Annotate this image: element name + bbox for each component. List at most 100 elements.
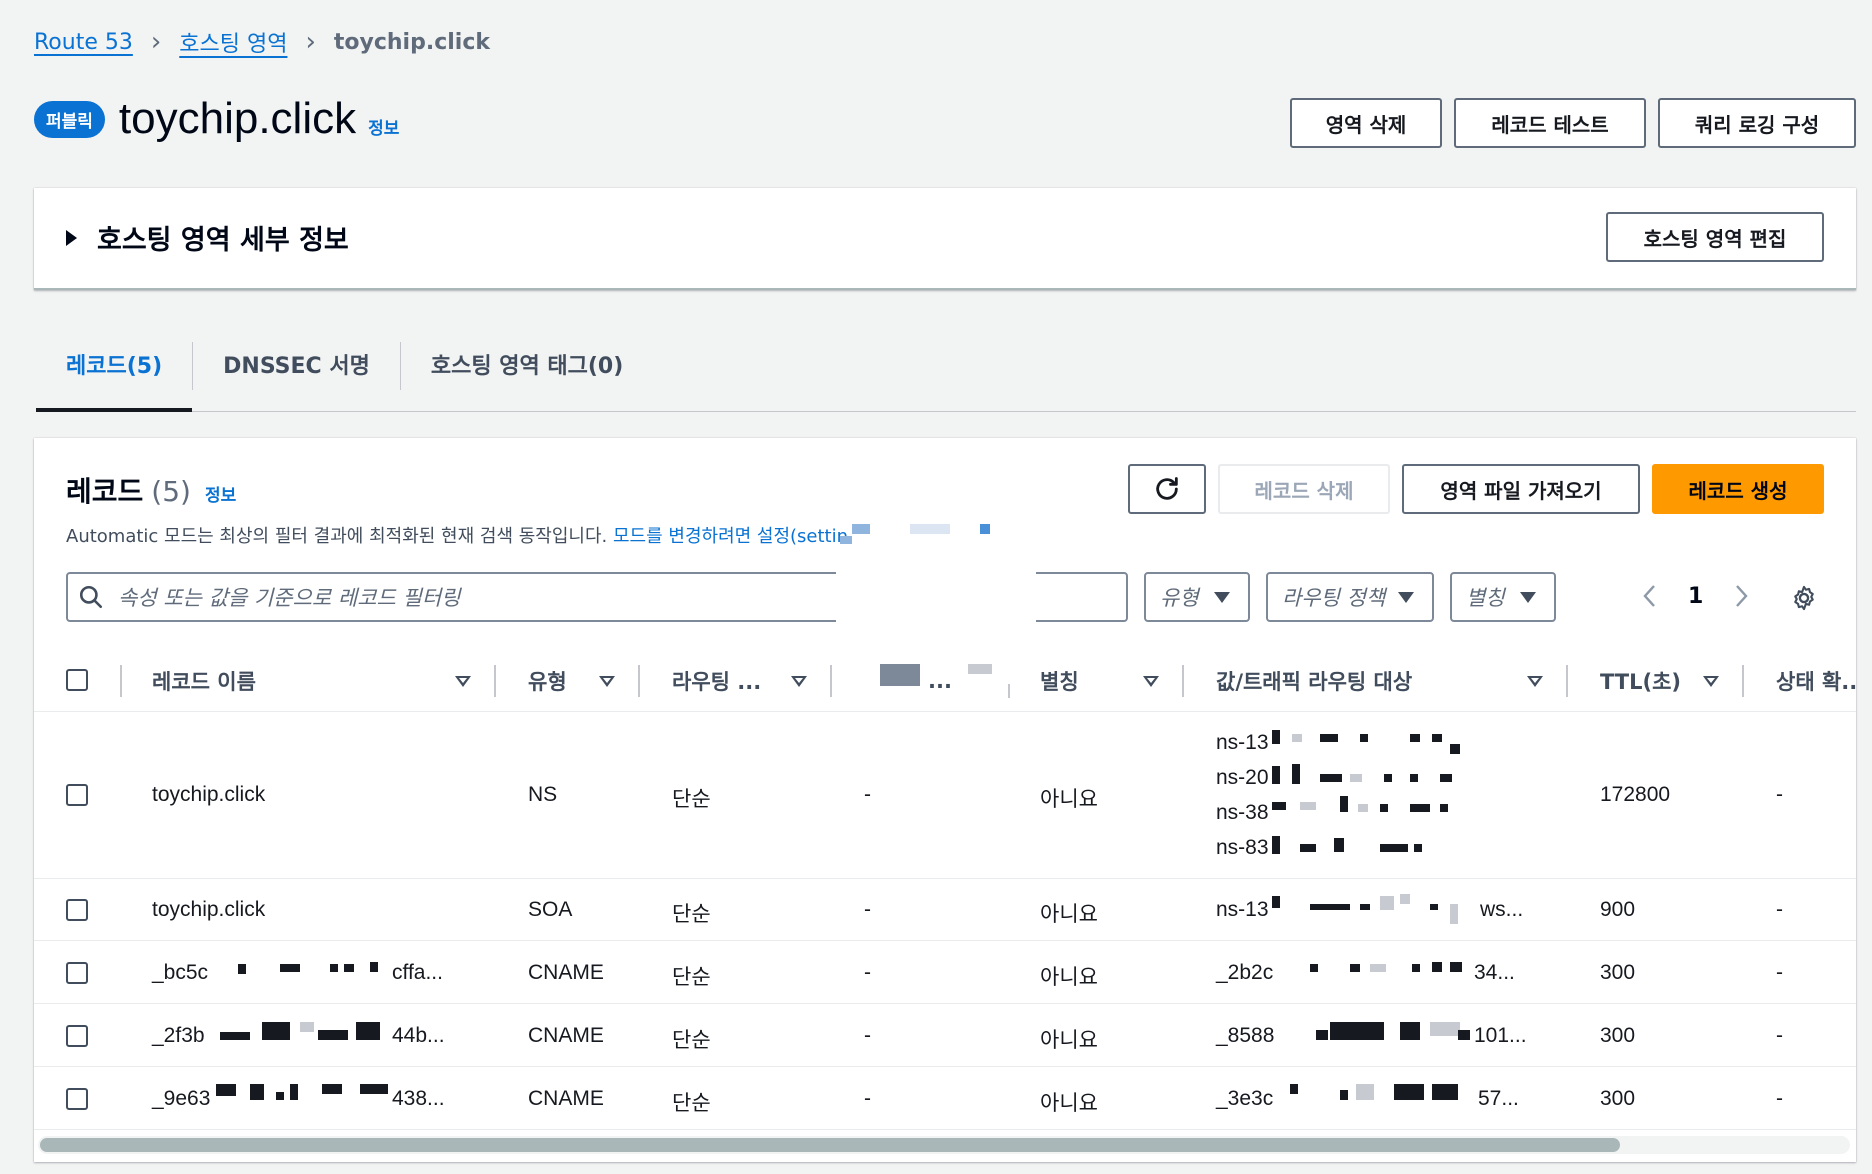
column-divider bbox=[1566, 665, 1568, 697]
record-differentiator: - bbox=[864, 1087, 871, 1110]
caret-right-icon bbox=[66, 229, 77, 246]
sort-icon[interactable] bbox=[1143, 676, 1159, 687]
column-divider bbox=[1008, 684, 1010, 698]
caret-down-icon bbox=[1398, 591, 1414, 603]
record-health: - bbox=[1776, 783, 1783, 806]
query-logging-button[interactable]: 쿼리 로깅 구성 bbox=[1658, 98, 1856, 148]
column-header-type[interactable]: 유형 bbox=[528, 650, 567, 712]
column-header-routing[interactable]: 라우팅 ... bbox=[672, 650, 761, 712]
record-value-tail: 34... bbox=[1474, 961, 1515, 984]
tab-dnssec[interactable]: DNSSEC 서명 bbox=[193, 340, 400, 412]
row-checkbox[interactable] bbox=[66, 1025, 88, 1047]
create-record-button[interactable]: 레코드 생성 bbox=[1652, 464, 1824, 514]
horizontal-scrollbar-thumb[interactable] bbox=[40, 1138, 1620, 1152]
record-type: CNAME bbox=[528, 1087, 604, 1110]
column-header-value[interactable]: 값/트래픽 라우팅 대상 bbox=[1216, 650, 1412, 712]
record-type: NS bbox=[528, 783, 558, 806]
chevron-right-icon: › bbox=[305, 27, 316, 57]
row-checkbox[interactable] bbox=[66, 784, 88, 806]
public-badge: 퍼블릭 bbox=[34, 100, 105, 138]
record-value: ns-83 bbox=[1216, 836, 1269, 859]
column-divider bbox=[120, 665, 122, 697]
sort-icon[interactable] bbox=[1527, 676, 1543, 687]
breadcrumb-hosted-zones-link[interactable]: 호스팅 영역 bbox=[179, 26, 287, 58]
sort-icon[interactable] bbox=[599, 676, 615, 687]
details-title: 호스팅 영역 세부 정보 bbox=[97, 225, 349, 256]
row-checkbox[interactable] bbox=[66, 1088, 88, 1110]
record-routing: 단순 bbox=[672, 1029, 711, 1052]
breadcrumb-route53-link[interactable]: Route 53 bbox=[34, 30, 133, 55]
record-value: _2b2c bbox=[1216, 961, 1274, 984]
breadcrumb: Route 53 › 호스팅 영역 › toychip.click bbox=[34, 26, 490, 58]
record-routing: 단순 bbox=[672, 903, 711, 926]
column-divider bbox=[638, 665, 640, 697]
sort-icon[interactable] bbox=[791, 676, 807, 687]
column-header-name[interactable]: 레코드 이름 bbox=[152, 650, 256, 712]
record-differentiator: - bbox=[864, 783, 871, 806]
info-link[interactable]: 정보 bbox=[368, 114, 399, 139]
chevron-right-icon[interactable] bbox=[1731, 582, 1751, 610]
records-description-text: Automatic 모드는 최상의 필터 결과에 최적화된 현재 검색 동작입니… bbox=[66, 526, 608, 547]
row-checkbox[interactable] bbox=[66, 899, 88, 921]
record-health: - bbox=[1776, 1087, 1783, 1110]
sort-icon[interactable] bbox=[455, 676, 471, 687]
import-zone-file-button[interactable]: 영역 파일 가져오기 bbox=[1402, 464, 1640, 514]
record-health: - bbox=[1776, 961, 1783, 984]
current-page[interactable]: 1 bbox=[1688, 584, 1703, 609]
column-divider bbox=[494, 665, 496, 697]
redaction-block bbox=[968, 664, 992, 674]
record-name-tail: 44b... bbox=[392, 1024, 445, 1047]
pagination: 1 bbox=[1640, 582, 1751, 610]
column-divider bbox=[830, 665, 832, 697]
column-header-health[interactable]: 상태 확.. bbox=[1776, 650, 1857, 712]
record-ttl: 172800 bbox=[1600, 783, 1671, 806]
records-heading: 레코드 (5) 정보 bbox=[66, 470, 236, 510]
column-header-ttl[interactable]: TTL(초) bbox=[1600, 650, 1681, 712]
redaction-block bbox=[880, 664, 920, 686]
record-alias: 아니요 bbox=[1040, 903, 1098, 926]
record-type: CNAME bbox=[528, 1024, 604, 1047]
records-info-link[interactable]: 정보 bbox=[205, 481, 236, 506]
record-health: - bbox=[1776, 898, 1783, 921]
select-all-checkbox[interactable] bbox=[66, 669, 88, 691]
tab-zone-tags[interactable]: 호스팅 영역 태그(0) bbox=[401, 340, 653, 412]
record-value: ns-20 bbox=[1216, 766, 1269, 789]
breadcrumb-current: toychip.click bbox=[333, 29, 490, 55]
test-record-button[interactable]: 레코드 테스트 bbox=[1454, 98, 1646, 148]
column-divider bbox=[1182, 665, 1184, 697]
column-header-differentiator[interactable]: ... bbox=[928, 650, 952, 712]
record-name[interactable]: toychip.click bbox=[152, 783, 265, 807]
refresh-button[interactable] bbox=[1128, 464, 1206, 514]
search-icon bbox=[79, 585, 103, 609]
delete-zone-button[interactable]: 영역 삭제 bbox=[1290, 98, 1442, 148]
record-ttl: 900 bbox=[1600, 898, 1636, 921]
record-name[interactable]: _bc5c bbox=[152, 961, 208, 985]
page-header: 퍼블릭 toychip.click 정보 bbox=[34, 94, 399, 144]
caret-down-icon bbox=[1214, 591, 1230, 603]
details-expand-toggle[interactable]: 호스팅 영역 세부 정보 bbox=[66, 218, 349, 257]
row-checkbox[interactable] bbox=[66, 962, 88, 984]
alias-filter-select[interactable]: 별칭 bbox=[1450, 572, 1556, 622]
refresh-icon bbox=[1156, 477, 1178, 500]
type-filter-select[interactable]: 유형 bbox=[1144, 572, 1250, 622]
record-differentiator: - bbox=[864, 898, 871, 921]
redaction-block bbox=[980, 524, 990, 534]
chevron-left-icon[interactable] bbox=[1640, 582, 1660, 610]
routing-filter-select[interactable]: 라우팅 정책 bbox=[1266, 572, 1434, 622]
page-title: toychip.click bbox=[118, 94, 357, 143]
column-header-alias[interactable]: 별칭 bbox=[1040, 650, 1079, 712]
record-name[interactable]: toychip.click bbox=[152, 898, 265, 922]
mode-settings-link[interactable]: 모드를 변경하려면 설정(settin bbox=[613, 526, 848, 547]
redaction-block bbox=[836, 562, 1036, 632]
search-placeholder: 속성 또는 값을 기준으로 레코드 필터링 bbox=[118, 586, 461, 610]
delete-record-button[interactable]: 레코드 삭제 bbox=[1218, 464, 1390, 514]
record-name[interactable]: _2f3b bbox=[152, 1024, 205, 1048]
record-value: _3e3c bbox=[1216, 1087, 1274, 1110]
edit-hosted-zone-button[interactable]: 호스팅 영역 편집 bbox=[1606, 212, 1824, 262]
redaction-block bbox=[910, 524, 950, 534]
record-name-tail: cffa... bbox=[392, 961, 443, 984]
sort-icon[interactable] bbox=[1703, 676, 1719, 687]
record-name[interactable]: _9e63 bbox=[152, 1087, 210, 1111]
tab-records[interactable]: 레코드(5) bbox=[36, 340, 193, 412]
gear-icon[interactable] bbox=[1790, 584, 1818, 612]
